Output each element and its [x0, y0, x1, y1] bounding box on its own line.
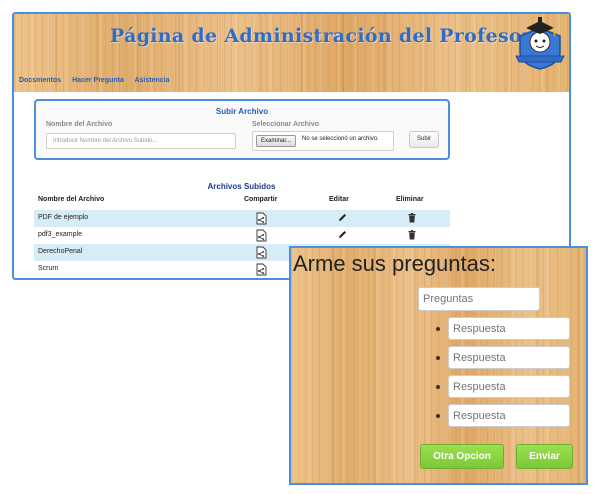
share-document-icon[interactable]	[256, 212, 267, 225]
pencil-icon[interactable]	[338, 230, 347, 239]
tab-hacer-pregunta[interactable]: Hacer Pregunta	[66, 72, 130, 92]
page-title: Página de Administración del Profesor	[110, 25, 533, 47]
header: Página de Administración del Profesor	[14, 14, 569, 72]
table-row: PDF de ejemplo	[34, 210, 450, 227]
column-header-edit: Editar	[329, 196, 349, 203]
file-name-cell: DerechoPenal	[38, 248, 83, 255]
tab-documentos[interactable]: Docsmentos	[18, 72, 62, 92]
answer-input-2[interactable]	[448, 346, 570, 369]
list-bullet	[436, 356, 440, 360]
question-panel-title: Arme sus preguntas:	[293, 251, 496, 276]
file-status-text: No se seleccionó un archivo.	[302, 136, 379, 142]
list-bullet	[436, 327, 440, 331]
file-name-label: Nombre del Archivo	[46, 121, 113, 128]
file-name-cell: pdf3_example	[38, 231, 82, 238]
file-name-cell: Scrum	[38, 265, 59, 272]
share-document-icon[interactable]	[256, 246, 267, 259]
upload-submit-button[interactable]: Subir	[409, 131, 439, 148]
list-bullet	[436, 385, 440, 389]
tab-bar: Docsmentos Hacer Pregunta Asistencia	[14, 72, 569, 92]
select-file-label: Seleccionar Archivo	[252, 121, 320, 128]
browse-button[interactable]: Examinar...	[256, 135, 297, 147]
question-input[interactable]	[418, 287, 540, 311]
tab-asistencia[interactable]: Asistencia	[132, 72, 172, 92]
admin-window: Página de Administración del Profesor Do…	[12, 12, 571, 280]
send-button[interactable]: Enviar	[516, 444, 573, 469]
file-name-cell: PDF de ejemplo	[38, 214, 89, 221]
answer-input-4[interactable]	[448, 404, 570, 427]
share-document-icon[interactable]	[256, 229, 267, 242]
column-header-name: Nombre del Archivo	[38, 196, 105, 203]
add-option-button[interactable]: Otra Opcion	[420, 444, 504, 469]
column-header-share: Compartir	[244, 196, 278, 203]
table-row: pdf3_example	[34, 227, 450, 244]
list-bullet	[436, 414, 440, 418]
uploaded-files-title: Archivos Subidos	[207, 182, 276, 191]
file-picker: Examinar... No se seleccionó un archivo.	[252, 131, 394, 151]
column-header-delete: Eliminar	[396, 196, 424, 203]
trash-icon[interactable]	[408, 230, 416, 240]
upload-panel: Subir Archivo Nombre del Archivo Introdu…	[34, 99, 450, 160]
upload-title: Subir Archivo	[215, 107, 269, 116]
file-name-input[interactable]: Introducir Nombre del Archivo Subido...	[46, 133, 236, 149]
trash-icon[interactable]	[408, 213, 416, 223]
share-document-icon[interactable]	[256, 263, 267, 276]
answer-input-1[interactable]	[448, 317, 570, 340]
answer-input-3[interactable]	[448, 375, 570, 398]
pencil-icon[interactable]	[338, 213, 347, 222]
question-builder-panel: Arme sus preguntas: Otra Opcion Enviar	[289, 246, 588, 485]
logo-shield-icon	[515, 17, 565, 70]
